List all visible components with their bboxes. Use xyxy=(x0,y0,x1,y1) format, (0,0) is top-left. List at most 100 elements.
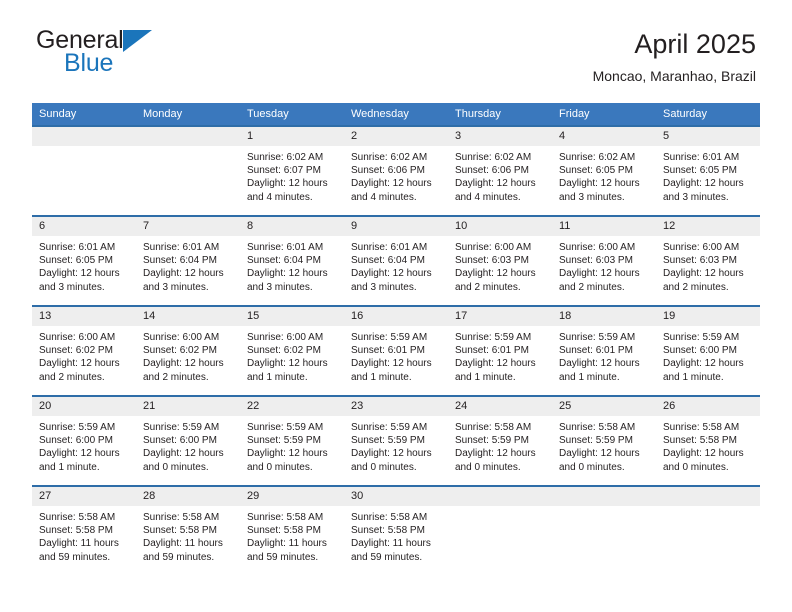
calendar-day-cell[interactable]: 12 Sunrise: 6:00 AM Sunset: 6:03 PM Dayligh… xyxy=(656,215,760,306)
weekday-header-sunday: Sunday xyxy=(32,103,136,126)
sunset-time: Sunset: 5:59 PM xyxy=(247,435,321,447)
calendar-day-cell[interactable]: 23 Sunrise: 5:59 AM Sunset: 5:59 PM Dayligh… xyxy=(344,395,448,486)
calendar-day-cell[interactable]: 3 Sunrise: 6:02 AM Sunset: 6:06 PM Daylight… xyxy=(448,125,552,216)
calendar-day-cell[interactable]: 22 Sunrise: 5:59 AM Sunset: 5:59 PM Dayligh… xyxy=(240,395,344,486)
daylight-duration-line2: and 3 minutes. xyxy=(143,281,209,293)
calendar-day-cell[interactable]: 20 Sunrise: 5:59 AM Sunset: 6:00 PM Dayligh… xyxy=(32,395,136,486)
day-number: 16 xyxy=(344,307,448,326)
day-cell-inner: 18 Sunrise: 5:59 AM Sunset: 6:01 PM Dayligh… xyxy=(552,307,656,395)
sunset-time: Sunset: 5:58 PM xyxy=(663,435,737,447)
day-details: Sunrise: 5:58 AM Sunset: 5:59 PM Daylight:… xyxy=(552,416,656,474)
calendar-day-cell[interactable]: 19 Sunrise: 5:59 AM Sunset: 6:00 PM Dayligh… xyxy=(656,305,760,396)
daylight-duration-line2: and 3 minutes. xyxy=(559,191,625,203)
calendar-day-cell[interactable]: 4 Sunrise: 6:02 AM Sunset: 6:05 PM Daylight… xyxy=(552,125,656,216)
sunrise-time: Sunrise: 6:02 AM xyxy=(455,152,532,163)
sunrise-time: Sunrise: 6:00 AM xyxy=(39,332,116,343)
day-details: Sunrise: 5:59 AM Sunset: 6:01 PM Daylight:… xyxy=(448,326,552,384)
calendar-day-cell[interactable]: 14 Sunrise: 6:00 AM Sunset: 6:02 PM Dayligh… xyxy=(136,305,240,396)
calendar-day-cell[interactable]: 11 Sunrise: 6:00 AM Sunset: 6:03 PM Dayligh… xyxy=(552,215,656,306)
daylight-duration-line1: Daylight: 12 hours xyxy=(351,268,432,280)
daylight-duration-line2: and 0 minutes. xyxy=(455,461,521,473)
day-cell-inner: 28 Sunrise: 5:58 AM Sunset: 5:58 PM Dayligh… xyxy=(136,487,240,575)
daylight-duration-line2: and 1 minute. xyxy=(663,371,724,383)
daylight-duration-line2: and 4 minutes. xyxy=(247,191,313,203)
sunrise-time: Sunrise: 6:01 AM xyxy=(663,152,740,163)
sunrise-time: Sunrise: 5:59 AM xyxy=(455,332,532,343)
day-number: 17 xyxy=(448,307,552,326)
day-number: 28 xyxy=(136,487,240,506)
day-number: 1 xyxy=(240,127,344,146)
calendar-day-cell[interactable]: 10 Sunrise: 6:00 AM Sunset: 6:03 PM Dayligh… xyxy=(448,215,552,306)
day-details: Sunrise: 5:59 AM Sunset: 6:00 PM Daylight:… xyxy=(656,326,760,384)
daylight-duration-line2: and 0 minutes. xyxy=(663,461,729,473)
calendar-day-cell[interactable]: 15 Sunrise: 6:00 AM Sunset: 6:02 PM Dayligh… xyxy=(240,305,344,396)
calendar-day-cell[interactable]: 26 Sunrise: 5:58 AM Sunset: 5:58 PM Dayligh… xyxy=(656,395,760,486)
sunset-time: Sunset: 6:01 PM xyxy=(559,345,633,357)
calendar-week-row: 6 Sunrise: 6:01 AM Sunset: 6:05 PM Daylight… xyxy=(32,215,760,306)
sunset-time: Sunset: 5:59 PM xyxy=(455,435,529,447)
sunset-time: Sunset: 6:01 PM xyxy=(455,345,529,357)
sunrise-time: Sunrise: 5:59 AM xyxy=(247,422,324,433)
daylight-duration-line1: Daylight: 12 hours xyxy=(663,448,744,460)
general-blue-logo[interactable]: General Blue xyxy=(36,28,276,92)
sunset-time: Sunset: 6:05 PM xyxy=(559,165,633,177)
day-number: 19 xyxy=(656,307,760,326)
day-cell-inner: 25 Sunrise: 5:58 AM Sunset: 5:59 PM Dayligh… xyxy=(552,397,656,485)
calendar-day-cell[interactable]: 30 Sunrise: 5:58 AM Sunset: 5:58 PM Dayligh… xyxy=(344,485,448,575)
daylight-duration-line1: Daylight: 12 hours xyxy=(143,358,224,370)
sunset-time: Sunset: 5:58 PM xyxy=(143,525,217,537)
calendar-day-cell[interactable]: 9 Sunrise: 6:01 AM Sunset: 6:04 PM Daylight… xyxy=(344,215,448,306)
daylight-duration-line2: and 3 minutes. xyxy=(663,191,729,203)
day-number: 5 xyxy=(656,127,760,146)
sunset-time: Sunset: 6:04 PM xyxy=(351,255,425,267)
calendar-day-cell[interactable]: 24 Sunrise: 5:58 AM Sunset: 5:59 PM Dayligh… xyxy=(448,395,552,486)
calendar-day-cell[interactable]: 28 Sunrise: 5:58 AM Sunset: 5:58 PM Dayligh… xyxy=(136,485,240,575)
calendar-day-cell-empty xyxy=(448,485,552,575)
day-number: 3 xyxy=(448,127,552,146)
sunset-time: Sunset: 5:58 PM xyxy=(351,525,425,537)
sunset-time: Sunset: 6:04 PM xyxy=(143,255,217,267)
day-number: 2 xyxy=(344,127,448,146)
title-block: April 2025 Moncao, Maranhao, Brazil xyxy=(593,28,756,85)
sunrise-time: Sunrise: 5:58 AM xyxy=(247,512,324,523)
daylight-duration-line2: and 1 minute. xyxy=(559,371,620,383)
calendar-day-cell[interactable]: 7 Sunrise: 6:01 AM Sunset: 6:04 PM Daylight… xyxy=(136,215,240,306)
daylight-duration-line1: Daylight: 12 hours xyxy=(247,268,328,280)
day-cell-inner: 19 Sunrise: 5:59 AM Sunset: 6:00 PM Dayligh… xyxy=(656,307,760,395)
calendar-day-cell[interactable]: 21 Sunrise: 5:59 AM Sunset: 6:00 PM Dayligh… xyxy=(136,395,240,486)
day-details: Sunrise: 5:59 AM Sunset: 5:59 PM Daylight:… xyxy=(344,416,448,474)
logo-text-blue: Blue xyxy=(64,49,114,77)
daylight-duration-line2: and 0 minutes. xyxy=(351,461,417,473)
calendar-day-cell[interactable]: 8 Sunrise: 6:01 AM Sunset: 6:04 PM Daylight… xyxy=(240,215,344,306)
calendar-day-cell[interactable]: 27 Sunrise: 5:58 AM Sunset: 5:58 PM Dayligh… xyxy=(32,485,136,575)
daylight-duration-line1: Daylight: 12 hours xyxy=(351,358,432,370)
sunset-time: Sunset: 6:03 PM xyxy=(559,255,633,267)
calendar-day-cell[interactable]: 25 Sunrise: 5:58 AM Sunset: 5:59 PM Dayligh… xyxy=(552,395,656,486)
daylight-duration-line1: Daylight: 11 hours xyxy=(39,538,119,550)
calendar-day-cell[interactable]: 13 Sunrise: 6:00 AM Sunset: 6:02 PM Dayligh… xyxy=(32,305,136,396)
day-number: 9 xyxy=(344,217,448,236)
calendar-week-row: 20 Sunrise: 5:59 AM Sunset: 6:00 PM Dayligh… xyxy=(32,395,760,486)
calendar-day-cell[interactable]: 6 Sunrise: 6:01 AM Sunset: 6:05 PM Daylight… xyxy=(32,215,136,306)
daylight-duration-line1: Daylight: 12 hours xyxy=(39,448,120,460)
daylight-duration-line1: Daylight: 12 hours xyxy=(559,178,640,190)
sunset-time: Sunset: 6:01 PM xyxy=(351,345,425,357)
weekday-header-tuesday: Tuesday xyxy=(240,103,344,126)
calendar-day-cell[interactable]: 2 Sunrise: 6:02 AM Sunset: 6:06 PM Daylight… xyxy=(344,125,448,216)
day-cell-inner: 8 Sunrise: 6:01 AM Sunset: 6:04 PM Daylight… xyxy=(240,217,344,305)
day-number xyxy=(656,487,760,506)
calendar-day-cell[interactable]: 1 Sunrise: 6:02 AM Sunset: 6:07 PM Daylight… xyxy=(240,125,344,216)
calendar-day-cell[interactable]: 5 Sunrise: 6:01 AM Sunset: 6:05 PM Daylight… xyxy=(656,125,760,216)
calendar-day-cell[interactable]: 16 Sunrise: 5:59 AM Sunset: 6:01 PM Dayligh… xyxy=(344,305,448,396)
calendar-day-cell[interactable]: 18 Sunrise: 5:59 AM Sunset: 6:01 PM Dayligh… xyxy=(552,305,656,396)
day-cell-inner: 7 Sunrise: 6:01 AM Sunset: 6:04 PM Daylight… xyxy=(136,217,240,305)
sunset-time: Sunset: 6:06 PM xyxy=(455,165,529,177)
calendar-day-cell[interactable]: 29 Sunrise: 5:58 AM Sunset: 5:58 PM Dayligh… xyxy=(240,485,344,575)
sunrise-time: Sunrise: 6:00 AM xyxy=(455,242,532,253)
calendar-day-cell[interactable]: 17 Sunrise: 5:59 AM Sunset: 6:01 PM Dayligh… xyxy=(448,305,552,396)
calendar-week-row: 13 Sunrise: 6:00 AM Sunset: 6:02 PM Dayligh… xyxy=(32,305,760,396)
day-cell-inner xyxy=(448,487,552,575)
day-number: 22 xyxy=(240,397,344,416)
day-details: Sunrise: 6:00 AM Sunset: 6:02 PM Daylight:… xyxy=(32,326,136,384)
daylight-duration-line1: Daylight: 12 hours xyxy=(663,178,744,190)
